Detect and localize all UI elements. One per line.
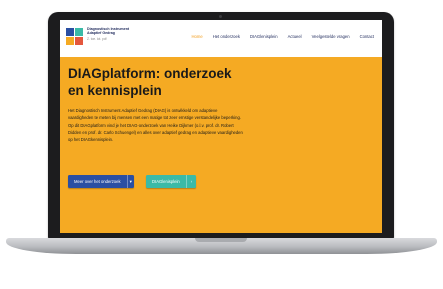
brand-title-line2: Adaptief Gedrag — [87, 31, 115, 36]
camera — [219, 15, 222, 18]
logo-square — [75, 28, 83, 36]
logo-square — [66, 37, 74, 45]
laptop-notch — [195, 238, 247, 242]
logo-square — [66, 28, 74, 36]
logo-square — [75, 37, 83, 45]
hero-heading: DIAGplatform: onderzoek en kennisplein — [68, 66, 232, 98]
hero-description: Het Diagnostisch Instrument Adaptief Ged… — [68, 108, 243, 143]
hero-section: DIAGplatform: onderzoek en kennisplein H… — [68, 65, 243, 143]
nav-item-faq[interactable]: Veelgestelde vragen — [312, 34, 350, 39]
main-navigation: Home Het onderzoek DIAGlenisplein Actuee… — [192, 34, 374, 39]
nav-item-actueel[interactable]: Actueel — [288, 34, 302, 39]
chevron-right-icon: › — [185, 175, 196, 188]
kennisplein-button-label: DIAGlenisplein — [152, 179, 180, 184]
nav-item-contact[interactable]: Contact — [360, 34, 374, 39]
hero-buttons: Meer over het onderzoek ▾ DIAGlenisplein… — [68, 175, 196, 188]
kennisplein-button[interactable]: DIAGlenisplein › — [146, 175, 196, 188]
chevron-down-icon: ▾ — [126, 175, 134, 188]
research-button[interactable]: Meer over het onderzoek ▾ — [68, 175, 134, 188]
site-brand[interactable]: Diagnostisch Instrument Adaptief Gedrag … — [87, 27, 147, 41]
laptop-mockup: Diagnostisch Instrument Adaptief Gedrag … — [0, 0, 443, 289]
brand-tagline: Z. toe. lot. pdf — [87, 36, 107, 41]
research-button-label: Meer over het onderzoek — [74, 179, 121, 184]
site-header: Diagnostisch Instrument Adaptief Gedrag … — [60, 20, 382, 57]
nav-item-kennisplein[interactable]: DIAGlenisplein — [250, 34, 278, 39]
nav-item-home[interactable]: Home — [192, 34, 203, 39]
nav-item-onderzoek[interactable]: Het onderzoek — [213, 34, 240, 39]
site-logo[interactable] — [66, 28, 83, 45]
